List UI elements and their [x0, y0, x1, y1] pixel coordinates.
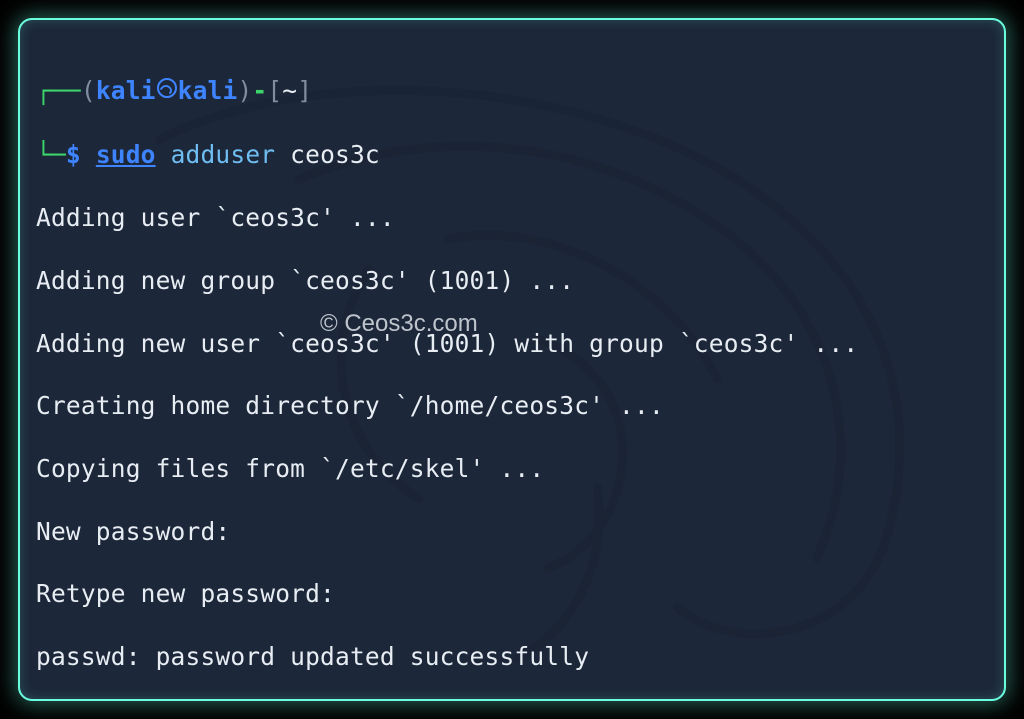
output-line: Copying files from `/etc/skel' ...: [36, 453, 988, 484]
cmd-adduser: adduser: [156, 140, 276, 169]
output-line: passwd: password updated successfully: [36, 641, 988, 672]
output-line: New password:: [36, 516, 988, 547]
kali-logo-icon: [156, 75, 178, 106]
output-line: Adding new user `ceos3c' (1001) with gro…: [36, 328, 988, 359]
cmd-sudo: sudo: [96, 140, 156, 169]
cmd-argument: ceos3c: [275, 140, 380, 169]
output-line: Retype new password:: [36, 578, 988, 609]
output-line: Adding new group `ceos3c' (1001) ...: [36, 265, 988, 296]
terminal-content[interactable]: ┌──(kalikali)-[~] └─$ sudo adduser ceos3…: [20, 20, 1004, 701]
prompt-line-1: ┌──(kalikali)-[~]: [36, 75, 988, 108]
output-line: Adding user `ceos3c' ...: [36, 202, 988, 233]
prompt-line-2: └─$ sudo adduser ceos3c: [36, 139, 988, 170]
cwd: ~: [282, 76, 297, 105]
terminal-window: ┌──(kalikali)-[~] └─$ sudo adduser ceos3…: [18, 18, 1006, 701]
output-line: Creating home directory `/home/ceos3c' .…: [36, 390, 988, 421]
